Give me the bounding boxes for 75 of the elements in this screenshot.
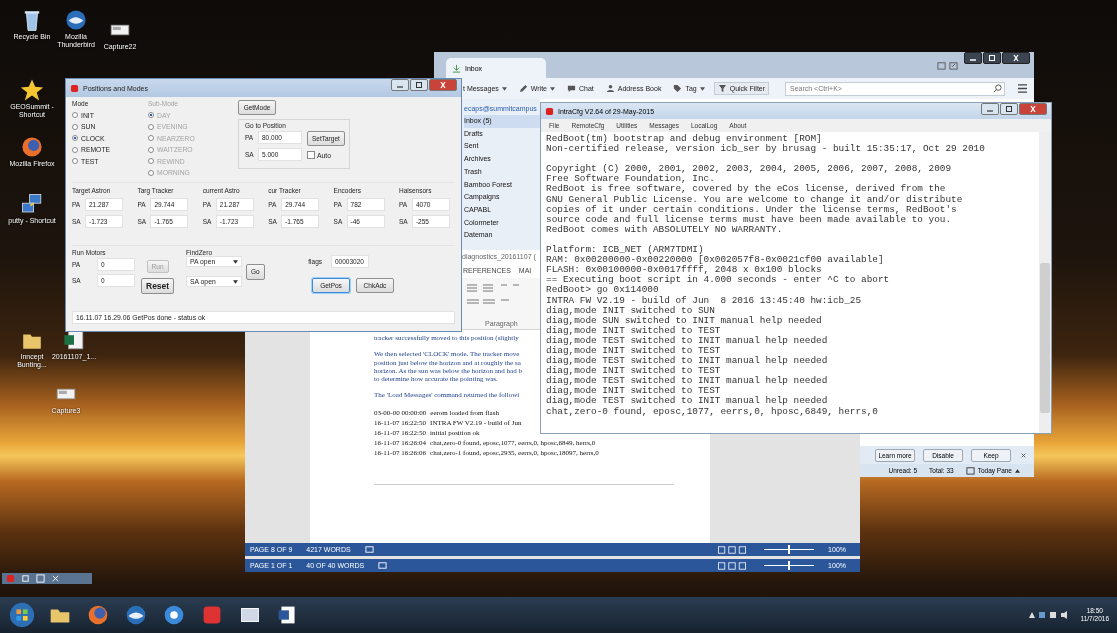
console-line: diag,mode TEST switched to INIT manual help needed — [546, 335, 829, 346]
minimized-window-bar[interactable] — [2, 573, 92, 584]
app-icon — [545, 106, 554, 116]
console-line: copies of it under certain conditions. Under the license terms, RedBoot's — [546, 204, 958, 215]
close-icon — [1011, 54, 1021, 62]
console-line: Free Software Foundation, Inc. — [546, 174, 715, 185]
radio-button[interactable] — [72, 158, 78, 164]
maximize-icon — [1004, 105, 1014, 113]
maximize-icon[interactable] — [36, 574, 45, 583]
maximize-button[interactable] — [1000, 103, 1018, 115]
console-line: diag,mode INIT switched to TEST — [546, 366, 722, 377]
funnel-icon — [717, 84, 727, 93]
restore-icon[interactable] — [21, 574, 30, 583]
search-icon — [993, 84, 1002, 93]
console-line: RedBoot comes with ABSOLUTELY NO WARRANTY. — [546, 224, 784, 235]
app-icon — [70, 83, 79, 93]
maximize-button[interactable] — [983, 52, 1001, 64]
minimize-button[interactable] — [964, 52, 982, 64]
caret-icon — [1015, 468, 1020, 473]
maximize-button[interactable] — [410, 79, 428, 91]
console-line: GNU General Public License. You are welcome to change it and/or distribute — [546, 194, 964, 205]
console-line: diag,mode TEST switched to INIT manual help needed — [546, 356, 829, 367]
maximize-icon — [414, 81, 424, 89]
console-line: chat,zero-0 found, eposc,1077, eerrs,0, hposc,6849, herrs,0 — [546, 406, 879, 417]
console-line: INTRA FW V2.19 - build of Jun 8 2016 13:45:40 hw:icb_25 — [546, 295, 863, 306]
caret-icon — [550, 86, 555, 91]
browser-icon[interactable] — [20, 135, 44, 159]
checkbox[interactable] — [307, 151, 315, 159]
caret-icon — [233, 259, 238, 264]
radio-button[interactable] — [72, 146, 78, 153]
console-line: diag,mode TEST switched to INIT manual help needed — [546, 376, 829, 387]
tasks-icon[interactable] — [949, 60, 958, 70]
radio-button[interactable] — [72, 123, 78, 130]
maximize-icon — [987, 54, 997, 62]
console-line: diag,mode INIT switched to SUN — [546, 305, 716, 316]
console-line: RedBoot(tm) bootstrap and debug environment [ROM] — [546, 134, 823, 144]
caret-icon — [233, 279, 238, 284]
chat-icon — [567, 84, 576, 93]
star-icon[interactable] — [20, 78, 44, 102]
person-icon — [605, 84, 615, 93]
close-icon — [438, 81, 448, 89]
slider-thumb[interactable] — [788, 545, 791, 554]
radio-button[interactable] — [72, 135, 78, 141]
radio-button[interactable] — [72, 112, 78, 118]
console-line: diag,mode TEST switched to INIT manual help needed — [546, 396, 829, 407]
close-button[interactable] — [1002, 52, 1030, 64]
slider-thumb[interactable] — [788, 561, 791, 570]
console-line: diag,mode INIT switched to TEST — [546, 386, 722, 397]
computer-icon[interactable] — [20, 192, 44, 216]
console-line: RAM: 0x00200000-0x00220000 [0x002057f8-0x0021cf00 available] — [546, 255, 885, 266]
close-icon[interactable] — [51, 574, 60, 583]
close-icon — [1028, 105, 1038, 113]
console-line: Platform: ICB_NET (ARM7TDMI) — [546, 245, 704, 256]
pencil-icon — [518, 84, 528, 93]
start-button[interactable] — [8, 601, 36, 629]
console-line: FLASH: 0x00100000-0x0017ffff, 2048 x 0x100 blocks — [546, 265, 823, 276]
reset-button[interactable]: Reset — [141, 278, 175, 294]
tag-icon — [673, 84, 683, 93]
download-icon — [452, 63, 461, 73]
console-line: Copyright (C) 2000, 2001, 2002, 2003, 2004, 2005, 2006, 2007, 2008, 2009 — [546, 164, 953, 175]
console-line: Non-certified release, version icb_ser by brusag - built 15:35:17, Oct 29 2010 — [546, 144, 986, 155]
console-line: diag,mode INIT switched to TEST — [546, 325, 722, 336]
scrollbar[interactable] — [1039, 132, 1051, 433]
calendar-icon — [965, 466, 975, 475]
caret-icon — [501, 86, 507, 91]
app-icon — [6, 574, 15, 583]
menu-icon[interactable] — [1017, 84, 1028, 93]
console-line: == Executing boot script in 4.000 seconds - enter ^C to abort — [546, 275, 891, 286]
console-line: diag,mode SUN switched to INIT manual help needed — [546, 315, 823, 326]
console-line: diag,mode INIT switched to TEST — [546, 345, 722, 356]
console-line: RedBoot> go 0x114000 — [546, 285, 660, 296]
console-line: source code and full license terms must have been made available to you. — [546, 214, 953, 225]
caret-icon — [699, 86, 705, 91]
console-line: RedBoot is free software, covered by the eCos license, derived from the — [546, 184, 947, 195]
scroll-thumb[interactable] — [1040, 263, 1050, 413]
